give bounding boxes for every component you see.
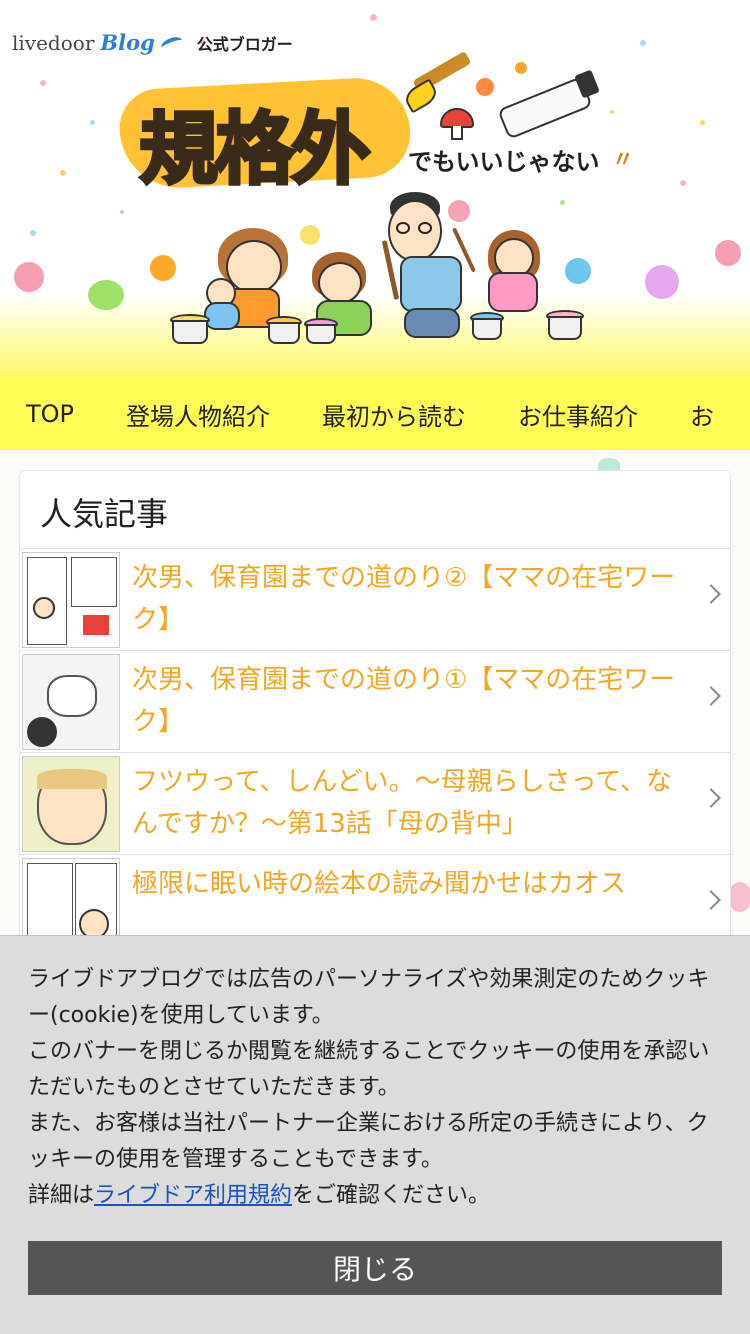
cookie-consent-banner: ライブドアブログでは広告のパーソナライズや効果測定のためクッキー(cookie)…: [0, 935, 750, 1334]
chevron-right-icon: [701, 584, 721, 604]
article-row[interactable]: フツウって、しんどい。～母親らしさって、なんですか？～第13話「母の背中」: [20, 753, 730, 855]
article-thumbnail: [22, 654, 120, 750]
terms-of-use-link[interactable]: ライブドア利用規約: [94, 1183, 292, 1208]
cookie-text-4-prefix: 詳細は: [28, 1183, 95, 1208]
article-link[interactable]: 極限に眠い時の絵本の読み聞かせはカオス: [132, 863, 692, 905]
nav-work[interactable]: お仕事紹介: [518, 397, 638, 432]
blog-header[interactable]: livedoor Blog 公式ブロガー 規格外 でもいいじゃない 〃: [0, 0, 750, 378]
cookie-text-1: ライブドアブログでは広告のパーソナライズや効果測定のためクッキー(cookie)…: [28, 967, 710, 1028]
family-illustration: [0, 0, 750, 378]
article-link[interactable]: 次男、保育園までの道のり①【ママの在宅ワーク】: [132, 659, 692, 743]
nav-top[interactable]: TOP: [26, 400, 74, 428]
decor-dot: [728, 882, 750, 912]
nav-read-from-start[interactable]: 最初から読む: [322, 397, 466, 432]
cookie-text-4: 詳細はライブドア利用規約をご確認ください。: [28, 1178, 718, 1214]
popular-articles-card: 人気記事 次男、保育園までの道のり②【ママの在宅ワーク】 次男、保育園までの道の…: [19, 470, 731, 970]
close-banner-button[interactable]: 閉じる: [28, 1241, 722, 1295]
article-row[interactable]: 次男、保育園までの道のり②【ママの在宅ワーク】: [20, 549, 730, 651]
cookie-text-4-suffix: をご確認ください。: [292, 1183, 491, 1208]
article-link[interactable]: フツウって、しんどい。～母親らしさって、なんですか？～第13話「母の背中」: [132, 761, 692, 845]
popular-articles-title: 人気記事: [40, 495, 169, 533]
nav-characters[interactable]: 登場人物紹介: [126, 397, 270, 432]
chevron-right-icon: [701, 686, 721, 706]
chevron-right-icon: [701, 890, 721, 910]
cookie-text-3: また、お客様は当社パートナー企業における所定の手続きにより、クッキーの使用を管理…: [28, 1111, 709, 1172]
article-link[interactable]: 次男、保育園までの道のり②【ママの在宅ワーク】: [132, 557, 692, 641]
cookie-notice-text: ライブドアブログでは広告のパーソナライズや効果測定のためクッキー(cookie)…: [28, 962, 718, 1214]
article-row[interactable]: 次男、保育園までの道のり①【ママの在宅ワーク】: [20, 651, 730, 753]
nav-more-truncated[interactable]: お: [690, 397, 714, 432]
cookie-text-2: このバナーを閉じるか閲覧を継続することでクッキーの使用を承認いただいたものとさせ…: [28, 1039, 710, 1100]
chevron-right-icon: [701, 788, 721, 808]
article-thumbnail: [22, 552, 120, 648]
article-thumbnail: [22, 756, 120, 852]
global-nav: TOP 登場人物紹介 最初から読む お仕事紹介 お: [0, 378, 750, 450]
